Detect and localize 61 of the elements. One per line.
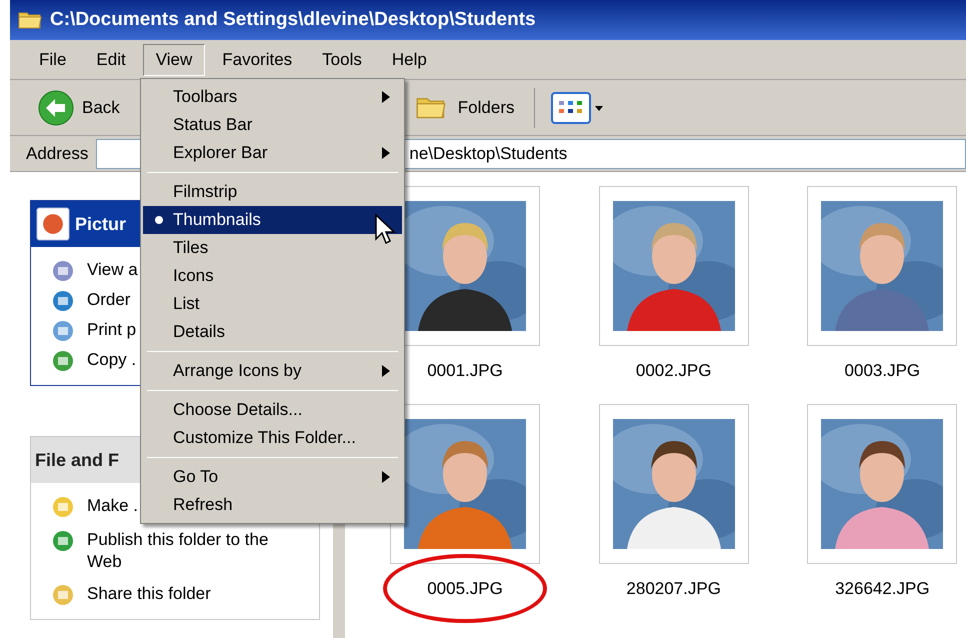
menu-entry[interactable]: Toolbars <box>143 83 402 111</box>
submenu-arrow-icon <box>382 147 390 159</box>
submenu-arrow-icon <box>382 91 390 103</box>
task-link[interactable]: Print p <box>87 319 136 341</box>
menu-item[interactable]: Favorites <box>209 44 306 76</box>
file-name[interactable]: 0003.JPG <box>800 336 964 406</box>
file-name[interactable]: 0005.JPG <box>383 554 547 623</box>
folder-icon <box>18 10 42 30</box>
menu-entry[interactable]: Explorer Bar <box>143 139 402 167</box>
menu-entry[interactable]: Go To <box>143 463 402 491</box>
menu-entry[interactable]: Customize This Folder... <box>143 424 402 452</box>
folder-task-icon <box>51 495 75 519</box>
folder-task-icon <box>51 529 75 553</box>
mouse-pointer-icon <box>375 214 397 246</box>
address-text: ne\Desktop\Students <box>409 142 568 165</box>
menu-entry[interactable]: List <box>143 290 402 318</box>
menu-entry[interactable]: Refresh <box>143 491 402 519</box>
task-link[interactable]: Make . <box>87 495 138 517</box>
menu-entry[interactable]: Filmstrip <box>143 178 402 206</box>
file-name[interactable]: 0002.JPG <box>592 336 756 406</box>
menu-item[interactable]: Edit <box>83 44 139 76</box>
task-link[interactable]: Copy . <box>87 349 136 371</box>
folders-icon <box>416 95 446 120</box>
menu-item[interactable]: File <box>26 44 80 76</box>
caret-icon <box>595 104 604 112</box>
window-title: C:\Documents and Settings\dlevine\Desktop\Students <box>50 8 536 32</box>
menu-entry[interactable]: Arrange Icons by <box>143 357 402 385</box>
menu-item[interactable]: View <box>142 44 206 76</box>
menu-entry[interactable]: Details <box>143 318 402 346</box>
menu-item[interactable]: Tools <box>309 44 375 76</box>
thumbnail[interactable] <box>807 186 958 346</box>
menu-entry[interactable]: Icons <box>143 262 402 290</box>
back-button[interactable]: Back <box>30 86 128 130</box>
file-name[interactable]: 326642.JPG <box>791 554 966 623</box>
panel-title: File and F <box>35 448 120 472</box>
task-link[interactable]: Order <box>87 289 130 311</box>
thumbnail[interactable] <box>390 404 540 564</box>
menu-entry[interactable]: Status Bar <box>143 111 402 139</box>
submenu-arrow-icon <box>382 365 390 377</box>
submenu-arrow-icon <box>382 471 390 483</box>
picture-task-icon <box>51 289 75 313</box>
file-name[interactable]: 280207.JPG <box>582 554 765 623</box>
task-link[interactable]: Publish this folder to the Web <box>87 529 299 573</box>
menu-entry[interactable]: Tiles <box>143 234 402 262</box>
thumbnail[interactable] <box>598 186 749 346</box>
panel-title: Pictur <box>75 212 126 236</box>
radio-bullet-icon <box>155 216 163 224</box>
views-icon <box>551 92 592 124</box>
menu-item[interactable]: Help <box>378 44 440 76</box>
picture-tasks-icon <box>35 206 71 242</box>
folder-task-icon <box>51 583 75 607</box>
task-link[interactable]: View a <box>87 259 138 281</box>
folders-button[interactable]: Folders <box>408 86 522 130</box>
picture-task-icon <box>51 259 75 283</box>
thumbnail[interactable] <box>807 404 958 564</box>
picture-task-icon <box>51 349 75 373</box>
thumbnail[interactable] <box>598 404 749 564</box>
picture-task-icon <box>51 319 75 343</box>
task-link[interactable]: Share this folder <box>87 583 211 605</box>
address-label: Address <box>26 142 90 165</box>
menu-entry[interactable]: Choose Details... <box>143 396 402 424</box>
